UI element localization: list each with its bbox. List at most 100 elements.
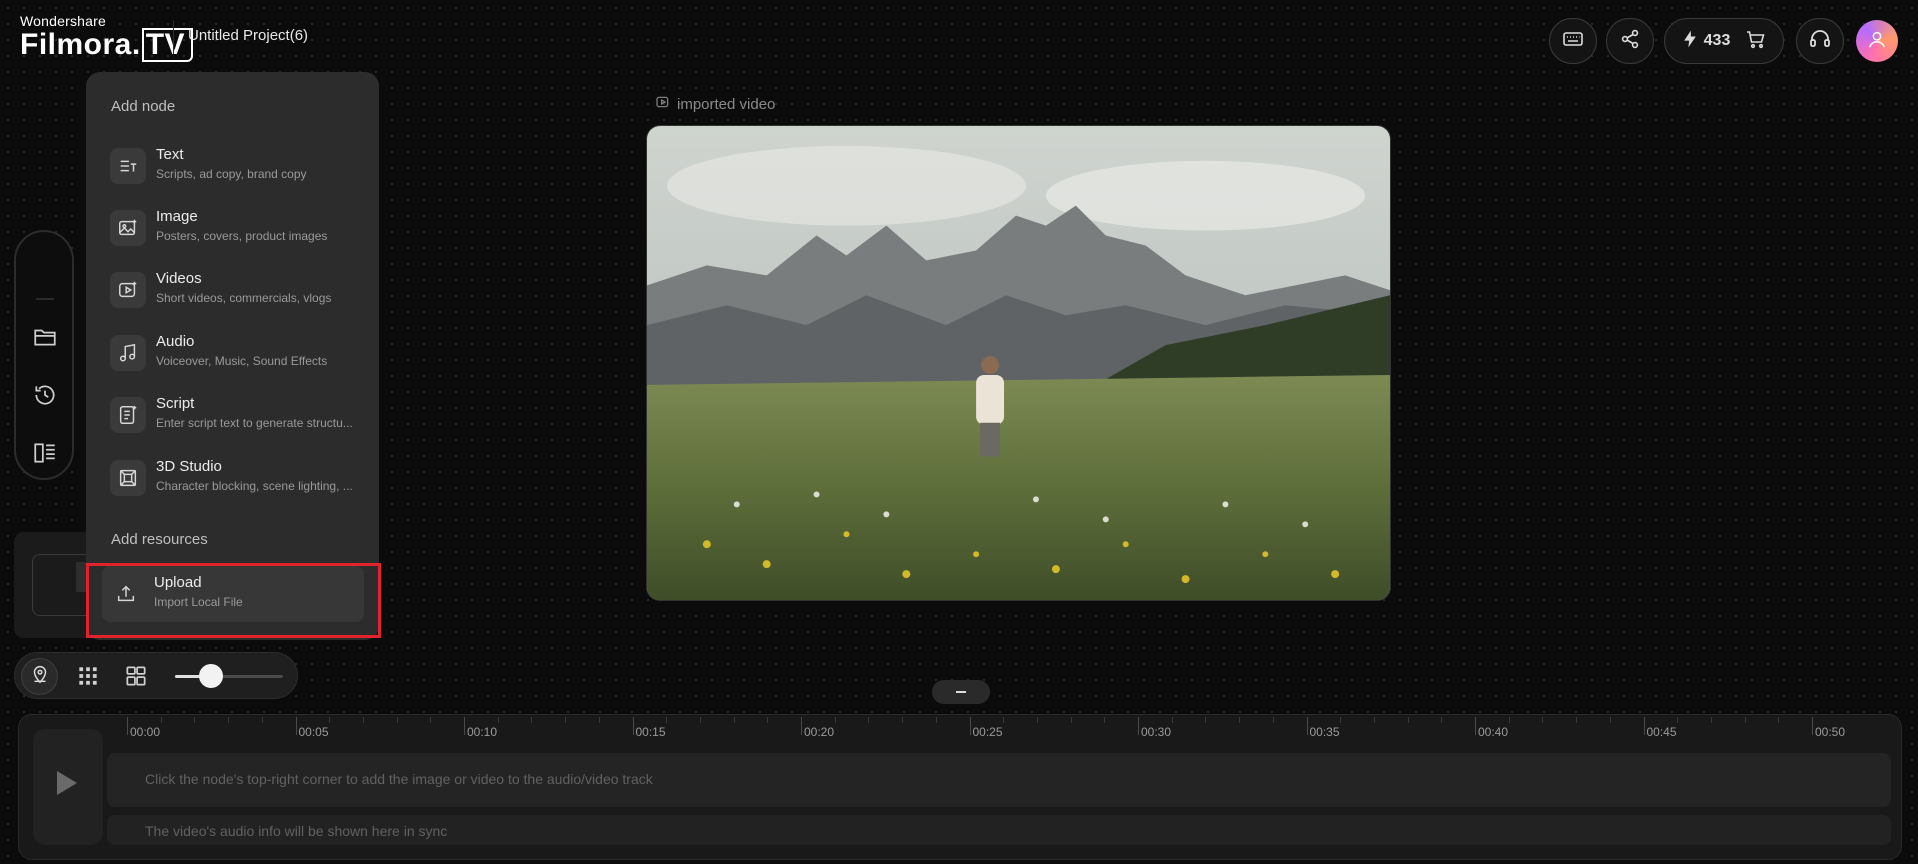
ruler-minor-tick [699, 717, 701, 723]
avatar[interactable] [1856, 20, 1898, 62]
video-node-icon [655, 94, 671, 114]
ruler-minor-tick [1205, 717, 1207, 723]
ruler-minor-tick [733, 717, 735, 723]
ruler-minor-tick [1171, 717, 1173, 723]
ruler-tick [1643, 717, 1645, 735]
ruler-minor-tick [1508, 717, 1510, 723]
timeline-ruler[interactable]: 00:00 00:05 00:10 00:15 00:20 00:25 00:30 00:35… [107, 715, 1887, 741]
menu-item-title: Script [156, 395, 195, 412]
folder-icon[interactable] [32, 324, 58, 350]
ruler-minor-tick [868, 717, 870, 723]
video-track[interactable]: Click the node's top-right corner to add… [107, 753, 1891, 807]
ruler-minor-tick [1272, 717, 1274, 723]
timeline-play-area [33, 729, 103, 845]
ruler-minor-tick [902, 717, 904, 723]
share-button[interactable] [1606, 18, 1654, 64]
menu-item-subtitle: Short videos, commercials, vlogs [156, 291, 332, 305]
section-add-node: Add node [111, 98, 176, 115]
collapse-timeline-button[interactable] [932, 680, 990, 704]
credits-balance[interactable]: 433 [1680, 29, 1730, 54]
brand-main-text: Filmora. [20, 28, 141, 61]
layout-grid-icon[interactable] [123, 663, 149, 689]
timeline-panel: 00:00 00:05 00:10 00:15 00:20 00:25 00:30 00:35… [18, 714, 1902, 860]
credits-and-cart[interactable]: 433 [1664, 18, 1784, 64]
ruler-minor-tick [1576, 717, 1578, 723]
layout-icon[interactable] [32, 440, 58, 466]
support-button[interactable] [1796, 18, 1844, 64]
video-node-label: imported video [655, 94, 775, 114]
header-divider [173, 20, 174, 54]
ruler-tick [464, 717, 465, 735]
ruler-minor-tick [1239, 717, 1241, 723]
video-node-title: imported video [677, 95, 776, 113]
location-pin-icon [29, 663, 51, 690]
menu-item-videos[interactable]: Videos Short videos, commercials, vlogs [104, 262, 360, 318]
menu-item-text[interactable]: Text Scripts, ad copy, brand copy [104, 138, 360, 194]
add-node-menu: Add node Text Scripts, ad copy, brand co… [86, 72, 379, 640]
ruler-minor-tick [1070, 717, 1072, 723]
grid-dots-icon[interactable] [75, 663, 101, 689]
brand-tv-text: TV [141, 28, 194, 62]
ruler-minor-tick [1340, 717, 1342, 723]
cart-icon[interactable] [1744, 27, 1768, 56]
video-track-hint: Click the node's top-right corner to add… [145, 771, 653, 787]
menu-item-script[interactable]: Script Enter script text to generate str… [104, 387, 360, 443]
ruler-minor-tick [160, 717, 162, 723]
user-icon [1866, 28, 1888, 55]
image-icon [110, 210, 146, 246]
ruler-minor-tick [1710, 717, 1712, 723]
node-card-partial[interactable] [14, 532, 94, 638]
menu-item-title: Videos [156, 270, 202, 287]
zoom-slider-thumb[interactable] [198, 664, 223, 688]
ruler-minor-tick [565, 717, 567, 723]
ruler-tick-label: 00:25 [972, 725, 1003, 739]
menu-item-subtitle: Voiceover, Music, Sound Effects [156, 354, 328, 368]
play-icon[interactable] [57, 771, 77, 795]
ruler-minor-tick [1542, 717, 1544, 723]
menu-item-title: Text [156, 146, 184, 163]
menu-item-subtitle: Character blocking, scene lighting, ... [156, 479, 353, 493]
menu-item-image[interactable]: Image Posters, covers, product images [104, 200, 360, 256]
ruler-tick-label: 00:05 [298, 725, 329, 739]
keyboard-shortcuts-button[interactable] [1549, 18, 1597, 64]
minus-icon [956, 691, 966, 693]
ruler-tick [632, 717, 634, 735]
menu-item-subtitle: Enter script text to generate structu... [156, 416, 353, 430]
ruler-tick-label: 00:10 [467, 725, 498, 739]
landscape-thumbnail [647, 126, 1390, 600]
ruler-minor-tick [497, 717, 499, 723]
project-title[interactable]: Untitled Project(6) [188, 27, 308, 44]
ruler-minor-tick [329, 717, 331, 723]
ruler-minor-tick [1373, 717, 1375, 723]
ruler-tick [1306, 717, 1308, 735]
ruler-tick-label: 00:00 [130, 725, 161, 739]
menu-item-subtitle: Posters, covers, product images [156, 229, 328, 243]
audio-track[interactable]: The video's audio info will be shown her… [107, 815, 1891, 845]
3d-studio-icon [110, 460, 146, 496]
headset-icon [1808, 27, 1832, 56]
app-logo: Wondershare Filmora. TV [20, 14, 194, 62]
ruler-minor-tick [531, 717, 533, 723]
ruler-tick [1475, 717, 1476, 735]
keyboard-icon [1561, 27, 1585, 56]
ruler-minor-tick [666, 717, 668, 723]
locate-button[interactable] [21, 658, 58, 695]
ruler-tick [1812, 717, 1813, 735]
menu-item-audio[interactable]: Audio Voiceover, Music, Sound Effects [104, 325, 360, 381]
history-icon[interactable] [32, 382, 58, 408]
video-icon [110, 272, 146, 308]
ruler-minor-tick [935, 717, 937, 723]
script-icon [110, 397, 146, 433]
menu-item-title: Image [156, 208, 198, 225]
menu-item-3d-studio[interactable]: 3D Studio Character blocking, scene ligh… [104, 450, 360, 506]
menu-item-subtitle: Scripts, ad copy, brand copy [156, 167, 307, 181]
video-preview[interactable] [646, 125, 1391, 601]
ruler-minor-tick [396, 717, 398, 723]
ruler-minor-tick [767, 717, 769, 723]
left-rail [14, 230, 74, 480]
ruler-minor-tick [261, 717, 263, 723]
ruler-minor-tick [1003, 717, 1005, 723]
ruler-tick-label: 00:20 [804, 725, 835, 739]
share-icon [1618, 27, 1642, 56]
ruler-minor-tick [1036, 717, 1038, 723]
